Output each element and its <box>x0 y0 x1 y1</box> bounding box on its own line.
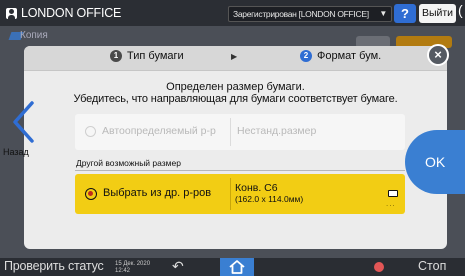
logout-button[interactable]: Выйти <box>419 4 456 23</box>
selected-size-dimensions: (162.0 x 114.0мм) <box>235 194 304 204</box>
ok-button[interactable]: OK <box>405 130 465 194</box>
back-button[interactable] <box>0 100 50 170</box>
step-number: 1 <box>110 50 122 62</box>
top-bar: LONDON OFFICE Зарегистрирован [LONDON OF… <box>0 0 465 26</box>
select-other-size-option[interactable]: Выбрать из др. р-ров Конв. C6 (162.0 x 1… <box>75 174 405 214</box>
radio-button <box>85 126 96 137</box>
selected-size-name: Конв. C6 <box>235 182 278 194</box>
help-button[interactable]: ? <box>394 4 416 23</box>
step-paper-size: 2 Формат бум. <box>300 50 381 62</box>
step-label: Тип бумаги <box>127 50 184 62</box>
close-button[interactable]: × <box>427 44 449 66</box>
back-arrow-icon[interactable]: ↶ <box>172 258 184 275</box>
date-time: 15 Дек. 2020 12:42 <box>115 261 150 274</box>
divider <box>230 178 231 210</box>
message-line-1: Определен размер бумаги. <box>166 81 305 93</box>
message-line-2: Убедитесь, что направляющая для бумаги с… <box>73 93 398 105</box>
step-arrow-icon: ▶ <box>231 52 238 61</box>
back-label[interactable]: Назад <box>3 147 29 157</box>
step-label: Формат бум. <box>317 50 382 62</box>
date: 15 Дек. 2020 <box>115 261 151 267</box>
paper-size-dialog: 1 Тип бумаги ▶ 2 Формат бум. × Определен… <box>24 44 449 249</box>
auto-detected-size-option: Автоопределяемый р-р Нестанд.размер <box>75 114 405 150</box>
paper-tray-icon <box>388 190 398 197</box>
check-status-button[interactable]: Проверить статус <box>4 259 104 273</box>
option-label: Автоопределяемый р-р <box>102 125 216 137</box>
more-icon: ... <box>386 199 396 208</box>
chevron-left-icon <box>13 101 34 143</box>
home-button[interactable] <box>220 258 254 276</box>
user-indicator: LONDON OFFICE <box>6 4 121 22</box>
user-icon <box>6 7 17 19</box>
chevron-down-icon: ▼ <box>379 9 387 18</box>
home-icon <box>229 260 245 274</box>
option-value: Нестанд.размер <box>237 125 317 137</box>
login-status[interactable]: Зарегистрирован [LONDON OFFICE] ▼ <box>228 6 392 22</box>
time: 12:42 <box>115 267 131 274</box>
option-label: Выбрать из др. р-ров <box>103 187 212 199</box>
user-name: LONDON OFFICE <box>21 6 122 20</box>
step-paper-type: 1 Тип бумаги <box>110 50 184 62</box>
dialog-steps-header: 1 Тип бумаги ▶ 2 Формат бум. <box>24 46 447 71</box>
step-number: 2 <box>300 50 312 62</box>
section-label: Другой возможный размер <box>76 158 181 168</box>
login-status-text: Зарегистрирован [LONDON OFFICE] <box>233 9 369 19</box>
radio-button-selected[interactable] <box>85 188 97 200</box>
bottom-bar: Проверить статус 15 Дек. 2020 12:42 ↶ Ст… <box>0 258 465 276</box>
stop-icon[interactable] <box>374 262 384 272</box>
background-app-title: Копия <box>20 30 48 41</box>
stop-button[interactable]: Стоп <box>418 259 446 273</box>
divider <box>75 170 405 171</box>
divider <box>230 118 231 146</box>
power-icon[interactable]: ( <box>458 2 463 18</box>
